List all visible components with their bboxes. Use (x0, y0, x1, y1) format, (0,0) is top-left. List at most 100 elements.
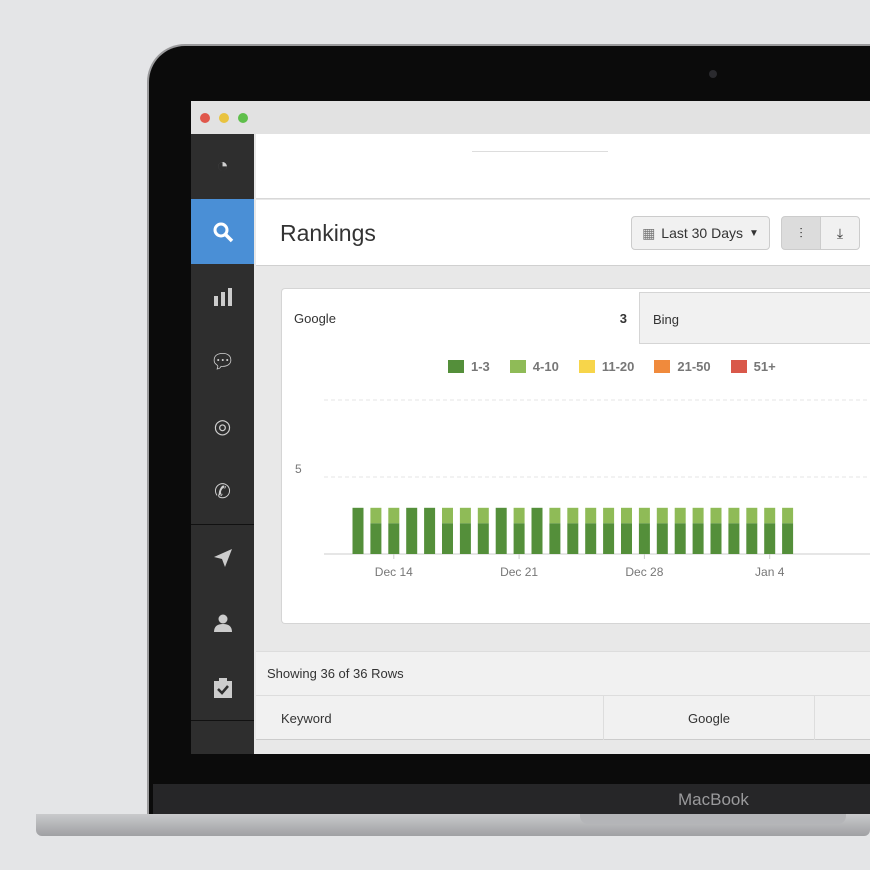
maximize-button[interactable] (238, 113, 248, 123)
sidebar-item-calls[interactable]: ✆ (191, 459, 254, 524)
bar-4-10 (782, 507, 794, 524)
y-tick-label: 5 (295, 462, 302, 476)
rankings-chart-card: Google 3 Bing 1-3 4-10 11-20 21-50 51+ 5 Dec 1… (281, 288, 870, 624)
bar-1-3 (585, 523, 597, 554)
dashboard-icon: ◔ (216, 155, 229, 177)
laptop-notch (580, 814, 846, 824)
x-tick-label: Dec 28 (625, 565, 663, 579)
bar-1-3 (495, 507, 507, 554)
top-bar (256, 134, 870, 199)
legend-swatch (578, 360, 595, 373)
sidebar-item-send[interactable] (191, 525, 254, 590)
sidebar-item-user[interactable] (191, 590, 254, 655)
legend-item[interactable]: 11-20 (578, 359, 635, 374)
legend-swatch (654, 360, 671, 373)
tab-label: Bing (653, 312, 680, 327)
bar-1-3 (424, 507, 436, 554)
legend-label: 1-3 (471, 359, 490, 374)
bar-1-3 (764, 523, 776, 554)
filter-button[interactable]: ⫶ (781, 216, 821, 250)
sidebar-item-messages[interactable]: 💬︎ (191, 329, 254, 394)
sidebar-divider (191, 720, 254, 721)
sliders-icon: ⫶ (799, 224, 803, 241)
sidebar: ◔ 💬︎ ◎ ✆ (191, 134, 254, 754)
column-header-keyword[interactable]: Keyword (256, 696, 604, 740)
legend-label: 21-50 (677, 359, 711, 374)
bar-4-10 (638, 507, 650, 524)
tab-bing[interactable]: Bing (639, 292, 870, 344)
bar-1-3 (388, 523, 400, 554)
bar-4-10 (764, 507, 776, 524)
download-icon: ⤓ (836, 224, 844, 241)
bar-chart-icon (213, 287, 232, 306)
tab-count: 3 (619, 311, 627, 326)
bar-1-3 (782, 523, 794, 554)
minimize-button[interactable] (219, 113, 229, 123)
bar-4-10 (603, 507, 615, 524)
bar-4-10 (656, 507, 668, 524)
bar-4-10 (692, 507, 704, 524)
close-button[interactable] (200, 113, 210, 123)
bar-1-3 (513, 523, 525, 554)
tab-google[interactable]: Google 3 (282, 289, 639, 345)
bar-1-3 (370, 523, 382, 554)
bar-1-3 (746, 523, 758, 554)
sidebar-item-tasks[interactable] (191, 655, 254, 720)
legend-label: 51+ (753, 359, 776, 374)
bar-4-10 (710, 507, 722, 524)
x-tick-label: Dec 21 (500, 565, 538, 579)
window-titlebar (191, 101, 870, 134)
x-tick-label: Jan 4 (755, 565, 785, 579)
laptop-chin: MacBook (153, 784, 870, 814)
legend-item[interactable]: 1-3 (448, 359, 490, 374)
sidebar-item-search[interactable] (191, 199, 254, 264)
chat-icon: 💬︎ (209, 351, 236, 373)
legend-label: 4-10 (532, 359, 559, 374)
bar-1-3 (710, 523, 722, 554)
bar-1-3 (442, 523, 453, 554)
bar-1-3 (692, 523, 704, 554)
sidebar-item-reports[interactable] (191, 264, 254, 329)
page-title: Rankings (280, 220, 376, 246)
bar-4-10 (477, 507, 489, 524)
bar-4-10 (567, 507, 579, 524)
bar-1-3 (477, 523, 489, 554)
bar-4-10 (459, 507, 471, 524)
search-icon (213, 222, 233, 242)
date-range-label: Last 30 Days (661, 225, 744, 241)
bar-1-3 (531, 507, 543, 554)
phone-icon: ✆ (214, 481, 231, 503)
user-icon (213, 614, 232, 632)
bar-4-10 (621, 507, 632, 524)
bar-4-10 (442, 507, 453, 524)
legend-label: 11-20 (601, 359, 635, 374)
date-range-dropdown[interactable]: ▦ Last 30 Days ▼ (631, 216, 770, 250)
calendar-icon: ▦ (642, 224, 656, 241)
bar-1-3 (459, 523, 471, 554)
bar-4-10 (585, 507, 597, 524)
legend-swatch (509, 360, 526, 373)
caret-down-icon: ▼ (749, 227, 759, 239)
rankings-chart: 5 Dec 14 Dec 21 Dec 28 Jan 4 (295, 399, 870, 579)
bar-4-10 (370, 507, 382, 524)
legend-item[interactable]: 51+ (730, 359, 776, 374)
page-header: Rankings ▦ Last 30 Days ▼ ⫶ ⤓ (256, 200, 870, 266)
table-header: Keyword Google (256, 696, 870, 740)
legend-item[interactable]: 4-10 (509, 359, 559, 374)
send-icon (213, 548, 232, 567)
bar-1-3 (352, 507, 364, 554)
chart-legend: 1-3 4-10 11-20 21-50 51+ (448, 359, 796, 374)
table-status: Showing 36 of 36 Rows (256, 651, 870, 696)
camera (709, 70, 717, 78)
legend-item[interactable]: 21-50 (654, 359, 711, 374)
bar-4-10 (746, 507, 758, 524)
column-header-google[interactable]: Google (604, 696, 815, 740)
bar-1-3 (567, 523, 579, 554)
legend-swatch (730, 360, 747, 373)
target-icon: ◎ (213, 416, 232, 438)
sidebar-item-targets[interactable]: ◎ (191, 394, 254, 459)
bar-1-3 (621, 523, 632, 554)
download-button[interactable]: ⤓ (820, 216, 860, 250)
sidebar-item-dashboard[interactable]: ◔ (191, 134, 254, 199)
bar-1-3 (638, 523, 650, 554)
